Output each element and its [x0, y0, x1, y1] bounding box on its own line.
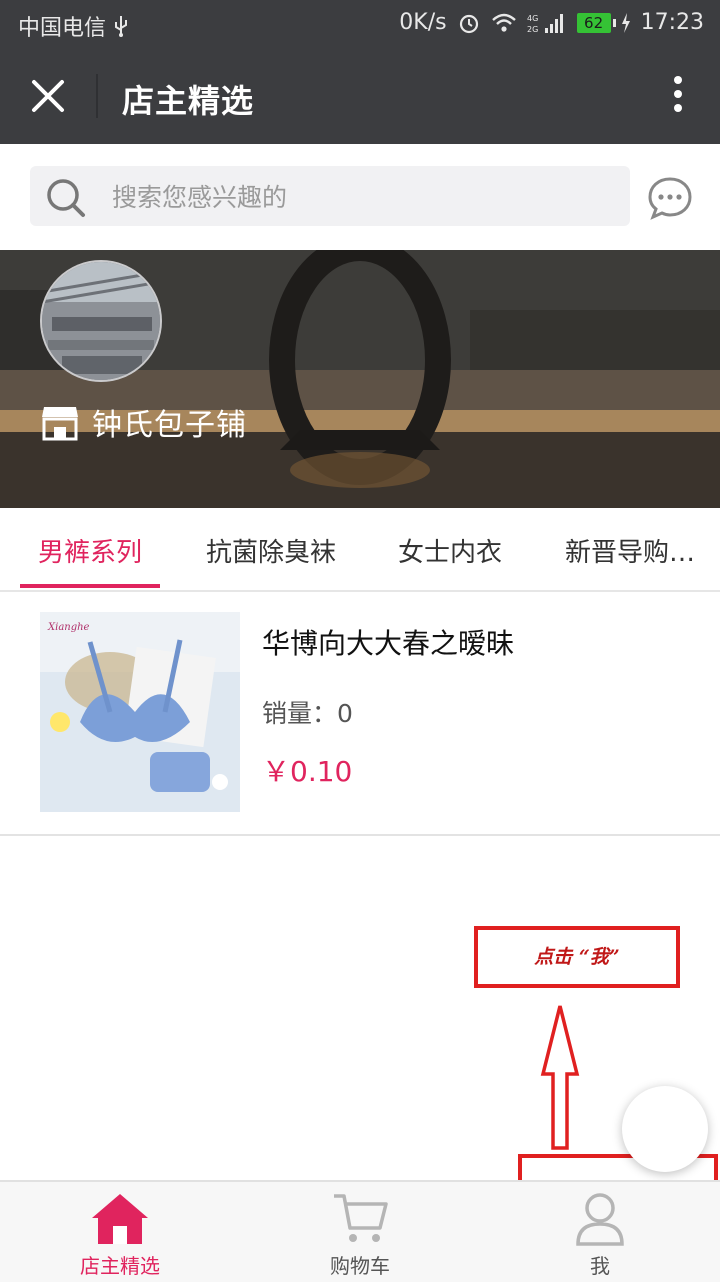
tab-antibacterial-socks[interactable]: 抗菌除臭袜 — [206, 532, 336, 569]
annotation-text: 点击 “我” — [534, 946, 620, 968]
status-bar: 中国电信 0K/s 4G 2G 62 17:23 — [0, 0, 720, 48]
product-price: ￥0.10 — [262, 755, 353, 788]
title-bar: 店主精选 — [0, 48, 720, 144]
store-icon — [42, 407, 78, 441]
wifi-icon — [491, 13, 516, 32]
page-title: 店主精选 — [122, 82, 255, 120]
tab-mens-pants[interactable]: 男裤系列 — [38, 532, 142, 569]
close-button[interactable] — [24, 72, 72, 120]
net-speed: 0K/s — [399, 10, 447, 35]
active-tab-indicator — [20, 584, 160, 588]
more-vertical-icon — [666, 76, 690, 112]
search-area — [0, 144, 720, 250]
svg-text:4G: 4G — [527, 14, 538, 23]
title-divider — [96, 74, 98, 118]
more-button[interactable] — [666, 72, 690, 120]
search-input[interactable] — [110, 166, 614, 228]
status-right: 0K/s 4G 2G 62 17:23 — [399, 10, 704, 35]
nav-item-cart[interactable]: 购物车 — [240, 1182, 480, 1282]
nav-label-cart: 购物车 — [330, 1254, 390, 1278]
nav-label-me: 我 — [590, 1254, 610, 1278]
user-icon — [576, 1193, 624, 1246]
product-item[interactable]: Xianghe 华博向大大春之暧昧 销量：0 ￥0.10 — [0, 592, 720, 836]
nav-item-me[interactable]: 我 — [480, 1182, 720, 1282]
shop-name: 钟氏包子铺 — [92, 408, 247, 443]
shop-name-row: 钟氏包子铺 — [40, 400, 247, 444]
chat-button[interactable] — [646, 174, 694, 222]
carrier-name: 中国电信 — [18, 16, 107, 41]
alarm-icon — [459, 14, 478, 33]
annotation-arrow-icon — [540, 1005, 580, 1150]
sales-label: 销量： — [262, 699, 338, 728]
category-tabs: 男裤系列 抗菌除臭袜 女士内衣 新晋导购… — [0, 508, 720, 592]
signal-icon: 4G 2G — [527, 13, 563, 34]
chat-bubble-icon — [648, 177, 692, 220]
home-icon — [92, 1194, 148, 1244]
tab-womens-underwear[interactable]: 女士内衣 — [398, 532, 502, 569]
status-left: 中国电信 — [18, 10, 130, 42]
bottom-nav: 店主精选 购物车 我 — [0, 1180, 720, 1282]
battery-indicator: 62 — [576, 12, 616, 33]
search-icon — [47, 179, 85, 217]
usb-icon — [115, 16, 128, 37]
close-icon — [32, 80, 64, 112]
sales-value: 0 — [337, 699, 353, 728]
product-sales: 销量：0 — [262, 694, 353, 730]
nav-label-home: 店主精选 — [80, 1254, 160, 1278]
annotation-box: 点击 “我” — [474, 926, 680, 988]
svg-text:2G: 2G — [527, 25, 538, 34]
tab-new-guide[interactable]: 新晋导购… — [565, 532, 695, 569]
search-box[interactable] — [30, 166, 630, 228]
svg-text:Xianghe: Xianghe — [47, 622, 90, 633]
clock-time: 17:23 — [640, 10, 704, 35]
shop-banner: 钟氏包子铺 — [0, 250, 720, 508]
shop-avatar[interactable] — [40, 260, 162, 382]
floating-action-button[interactable] — [622, 1086, 708, 1172]
cart-icon — [334, 1194, 388, 1242]
product-photo: Xianghe — [40, 612, 240, 812]
avatar-image — [42, 262, 160, 380]
product-name: 华博向大大春之暧昧 — [262, 627, 515, 660]
product-image: Xianghe — [40, 612, 240, 812]
charging-icon — [621, 12, 630, 33]
nav-item-home[interactable]: 店主精选 — [0, 1182, 240, 1282]
